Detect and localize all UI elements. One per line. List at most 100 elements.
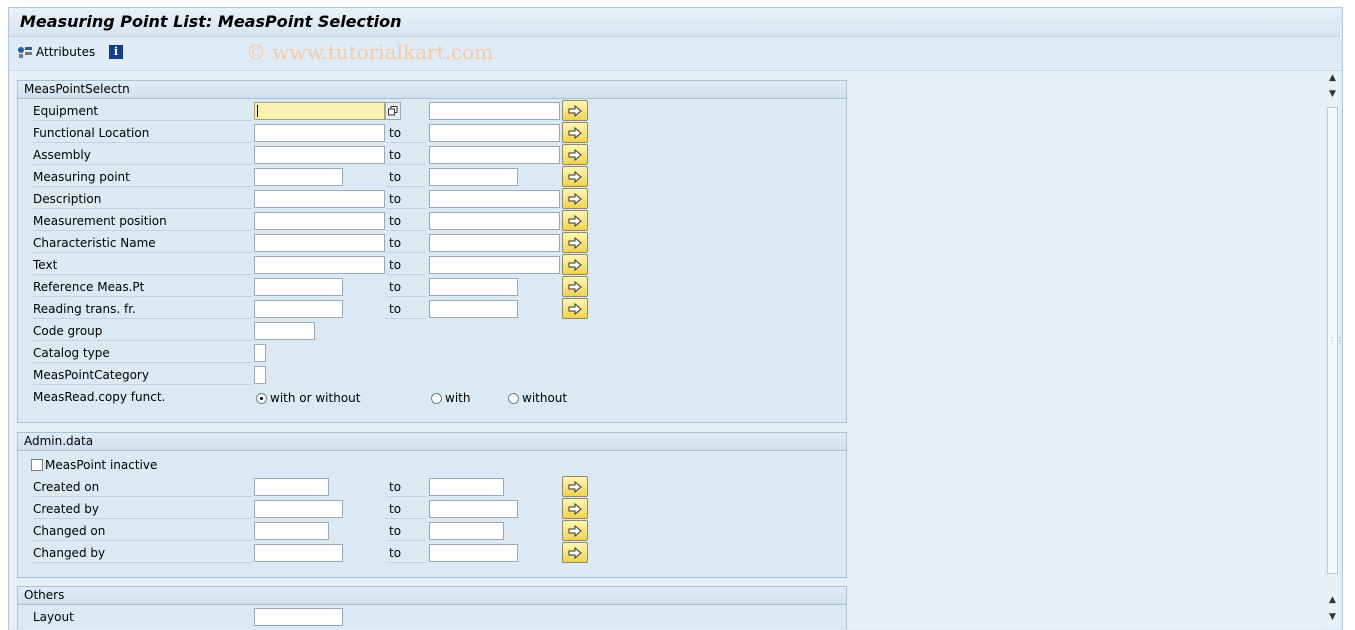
text-caret bbox=[257, 105, 258, 117]
created-by-from-input[interactable] bbox=[254, 500, 343, 518]
reading-trans-fr-to-input[interactable] bbox=[429, 300, 518, 318]
scroll-up-icon[interactable]: ▲ bbox=[1329, 73, 1336, 83]
arrow-right-icon bbox=[568, 148, 582, 161]
title-bar: Measuring Point List: MeasPoint Selectio… bbox=[9, 8, 1340, 37]
group-others: Others Layout bbox=[17, 586, 847, 629]
arrow-right-icon bbox=[568, 280, 582, 293]
created-on-multiple-selection-button[interactable] bbox=[562, 476, 588, 497]
arrow-right-icon bbox=[568, 502, 582, 515]
measurement-position-to-input[interactable] bbox=[429, 212, 560, 230]
to-label: to bbox=[386, 522, 426, 541]
radio-without[interactable]: without bbox=[508, 391, 567, 405]
meas-point-inactive-checkbox[interactable]: MeasPoint inactive bbox=[31, 458, 157, 472]
label-equipment: Equipment bbox=[33, 102, 252, 121]
created-by-multiple-selection-button[interactable] bbox=[562, 498, 588, 519]
changed-on-multiple-selection-button[interactable] bbox=[562, 520, 588, 541]
created-on-from-input[interactable] bbox=[254, 478, 329, 496]
label-changed-on: Changed on bbox=[33, 522, 252, 541]
characteristic-name-multiple-selection-button[interactable] bbox=[562, 232, 588, 253]
label-catalog-type: Catalog type bbox=[33, 344, 252, 363]
attributes-button[interactable]: Attributes bbox=[17, 45, 95, 59]
to-label: to bbox=[386, 234, 426, 253]
label-assembly: Assembly bbox=[33, 146, 252, 165]
to-label: to bbox=[386, 500, 426, 519]
layout-input[interactable] bbox=[254, 608, 343, 626]
attributes-icon bbox=[18, 47, 32, 58]
label-created-by: Created by bbox=[33, 500, 252, 519]
group-title: Others bbox=[18, 587, 846, 605]
scroll-down-icon[interactable]: ▼ bbox=[1329, 612, 1336, 622]
changed-by-to-input[interactable] bbox=[429, 544, 518, 562]
vertical-scrollbar[interactable]: ▲ ▼ ⋮⋮ ▲ ▼ bbox=[1326, 71, 1344, 629]
measurement-position-multiple-selection-button[interactable] bbox=[562, 210, 588, 231]
text-multiple-selection-button[interactable] bbox=[562, 254, 588, 275]
arrow-right-icon bbox=[568, 524, 582, 537]
arrow-right-icon bbox=[568, 126, 582, 139]
created-on-to-input[interactable] bbox=[429, 478, 504, 496]
label-text: Text bbox=[33, 256, 252, 275]
info-button[interactable]: i bbox=[109, 45, 123, 59]
radio-with-or-without[interactable]: with or without bbox=[256, 391, 360, 405]
reference-meas-pt-from-input[interactable] bbox=[254, 278, 343, 296]
changed-on-to-input[interactable] bbox=[429, 522, 504, 540]
label-meas-point-category: MeasPointCategory bbox=[33, 366, 252, 385]
assembly-from-input[interactable] bbox=[254, 146, 385, 164]
to-label: to bbox=[386, 168, 426, 187]
characteristic-name-from-input[interactable] bbox=[254, 234, 385, 252]
application-toolbar: Attributes i bbox=[9, 37, 1340, 71]
text-from-input[interactable] bbox=[254, 256, 385, 274]
catalog-type-input[interactable] bbox=[254, 344, 266, 362]
functional-location-to-input[interactable] bbox=[429, 124, 560, 142]
page-down-icon[interactable]: ▼ bbox=[1329, 89, 1336, 99]
checkbox-label: MeasPoint inactive bbox=[45, 458, 158, 472]
measuring-point-multiple-selection-button[interactable] bbox=[562, 166, 588, 187]
label-measuring-point: Measuring point bbox=[33, 168, 252, 187]
arrow-right-icon bbox=[568, 480, 582, 493]
to-label: to bbox=[386, 146, 426, 165]
radio-with[interactable]: with bbox=[431, 391, 470, 405]
arrow-right-icon bbox=[568, 192, 582, 205]
description-multiple-selection-button[interactable] bbox=[562, 188, 588, 209]
group-title: Admin.data bbox=[18, 433, 846, 451]
to-label: to bbox=[386, 124, 426, 143]
equipment-to-input[interactable] bbox=[429, 102, 560, 120]
meas-point-category-input[interactable] bbox=[254, 366, 266, 384]
value-help-button[interactable] bbox=[385, 102, 401, 120]
to-label: to bbox=[386, 190, 426, 209]
watermark: © www.tutorialkart.com bbox=[246, 40, 494, 64]
changed-by-from-input[interactable] bbox=[254, 544, 343, 562]
arrow-right-icon bbox=[568, 258, 582, 271]
code-group-input[interactable] bbox=[254, 322, 315, 340]
functional-location-from-input[interactable] bbox=[254, 124, 385, 142]
reference-meas-pt-to-input[interactable] bbox=[429, 278, 518, 296]
checkbox-box bbox=[31, 459, 43, 471]
label-functional-location: Functional Location bbox=[33, 124, 252, 143]
characteristic-name-to-input[interactable] bbox=[429, 234, 560, 252]
equipment-multiple-selection-button[interactable] bbox=[562, 100, 588, 121]
to-label: to bbox=[386, 278, 426, 297]
changed-by-multiple-selection-button[interactable] bbox=[562, 542, 588, 563]
label-copy-function: MeasRead.copy funct. bbox=[33, 390, 166, 404]
functional-location-multiple-selection-button[interactable] bbox=[562, 122, 588, 143]
measuring-point-from-input[interactable] bbox=[254, 168, 343, 186]
text-to-input[interactable] bbox=[429, 256, 560, 274]
attributes-label: Attributes bbox=[36, 45, 96, 59]
equipment-from-input[interactable] bbox=[254, 102, 385, 120]
grip-icon: ⋮⋮ bbox=[1328, 336, 1344, 345]
reading-trans-fr-from-input[interactable] bbox=[254, 300, 343, 318]
to-label: to bbox=[386, 478, 426, 497]
page-up-icon[interactable]: ▲ bbox=[1329, 595, 1336, 605]
group-title: MeasPointSelectn bbox=[18, 81, 846, 99]
measuring-point-to-input[interactable] bbox=[429, 168, 518, 186]
changed-on-from-input[interactable] bbox=[254, 522, 329, 540]
reading-trans-fr-multiple-selection-button[interactable] bbox=[562, 298, 588, 319]
assembly-to-input[interactable] bbox=[429, 146, 560, 164]
description-from-input[interactable] bbox=[254, 190, 385, 208]
measurement-position-from-input[interactable] bbox=[254, 212, 385, 230]
created-by-to-input[interactable] bbox=[429, 500, 518, 518]
assembly-multiple-selection-button[interactable] bbox=[562, 144, 588, 165]
label-layout: Layout bbox=[33, 610, 74, 624]
radio-label: with bbox=[445, 391, 471, 405]
reference-meas-pt-multiple-selection-button[interactable] bbox=[562, 276, 588, 297]
description-to-input[interactable] bbox=[429, 190, 560, 208]
